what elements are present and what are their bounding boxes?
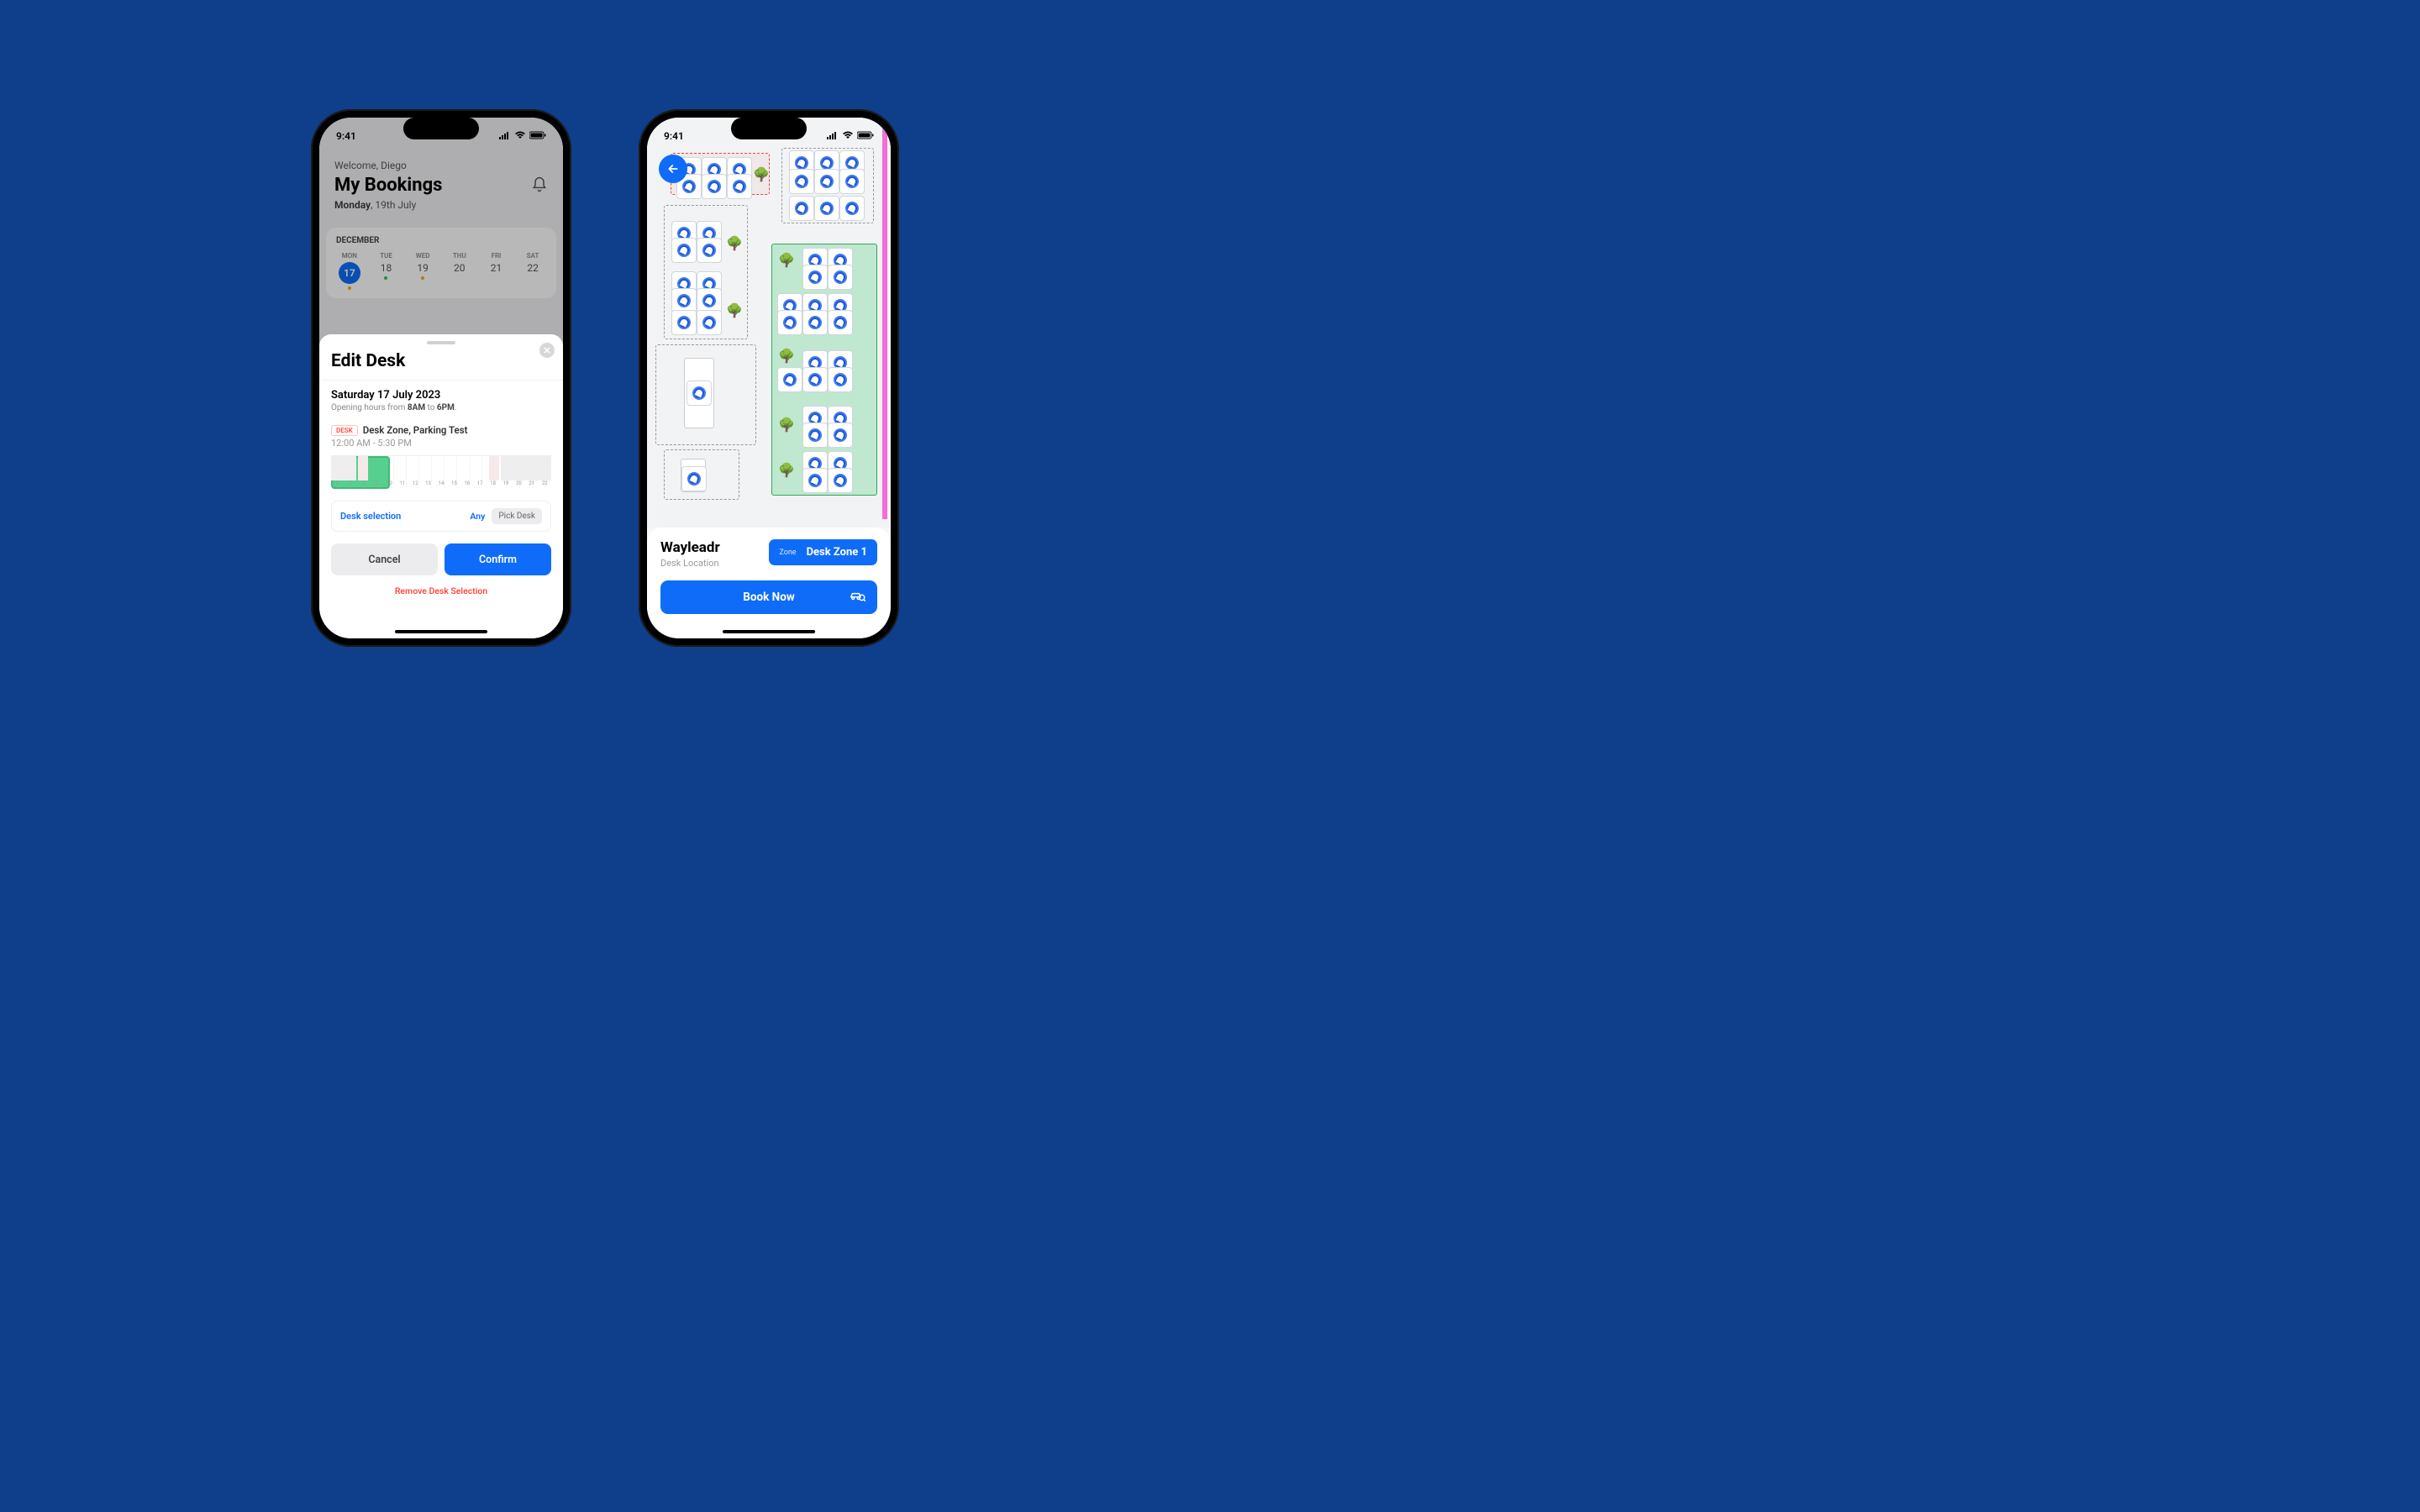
desk[interactable]: [780, 370, 800, 390]
tick: 15: [448, 480, 460, 489]
closed-hours-right: [501, 456, 551, 480]
zone-chip[interactable]: Zone Desk Zone 1: [769, 539, 877, 565]
desk[interactable]: [805, 425, 825, 445]
plant-icon: 🌳: [778, 417, 795, 433]
book-now-label: Book Now: [743, 591, 794, 604]
booking-date: Saturday 17 July 2023: [331, 389, 551, 402]
desk-selection-row: Desk selection Any Pick Desk: [331, 501, 551, 532]
tick: 20: [513, 480, 525, 489]
booking-panel: Wayleadr Desk Location Zone Desk Zone 1 …: [647, 528, 891, 638]
plant-icon: 🌳: [753, 166, 770, 183]
opening-hours: Opening hours from 8AM to 6PM.: [331, 403, 551, 412]
dynamic-island: [403, 118, 479, 139]
tick: 7: [344, 480, 356, 489]
desk-pill: DESK: [331, 425, 358, 436]
desk[interactable]: [699, 291, 719, 311]
desk[interactable]: [830, 267, 850, 287]
desk[interactable]: [674, 312, 694, 333]
signal-icon: [827, 131, 839, 142]
tick: 8: [357, 480, 370, 489]
book-now-button[interactable]: Book Now: [660, 580, 877, 614]
desk[interactable]: [792, 198, 812, 218]
closed-hours-left: [331, 456, 356, 480]
desk[interactable]: [699, 312, 719, 333]
desk[interactable]: [805, 470, 825, 491]
desk[interactable]: [729, 176, 750, 197]
tick: 16: [460, 480, 473, 489]
desk[interactable]: [817, 171, 837, 192]
wall: [882, 126, 887, 519]
plant-icon: 🌳: [726, 302, 743, 319]
desk[interactable]: [805, 267, 825, 287]
desk[interactable]: [674, 291, 694, 311]
tick: 10: [383, 480, 396, 489]
desk[interactable]: [699, 240, 719, 260]
plant-icon: 🌳: [726, 235, 743, 252]
tick: 19: [499, 480, 512, 489]
desk[interactable]: [674, 240, 694, 260]
zone-chip-label: Zone: [779, 549, 796, 557]
tick: 14: [434, 480, 447, 489]
option-pick-desk[interactable]: Pick Desk: [492, 508, 542, 524]
desk[interactable]: [830, 370, 850, 390]
tick: 13: [422, 480, 434, 489]
desk[interactable]: [830, 470, 850, 491]
tick: 21: [525, 480, 538, 489]
confirm-button[interactable]: Confirm: [445, 543, 551, 575]
selection-label: Desk selection: [340, 511, 401, 522]
home-indicator[interactable]: [395, 630, 487, 633]
close-icon[interactable]: ✕: [539, 343, 555, 358]
desk[interactable]: [830, 312, 850, 333]
unavailable-slot: [358, 456, 368, 480]
desk[interactable]: [830, 425, 850, 445]
dynamic-island: [731, 118, 807, 139]
desk[interactable]: [842, 171, 862, 192]
zone-name: Desk Zone, Parking Test: [363, 424, 468, 436]
desk[interactable]: [805, 312, 825, 333]
tick: 6: [331, 480, 344, 489]
unavailable-slot: [489, 456, 499, 480]
desk[interactable]: [805, 370, 825, 390]
tick: 17: [473, 480, 486, 489]
desk[interactable]: [842, 198, 862, 218]
battery-icon: [857, 131, 874, 142]
desk[interactable]: [684, 469, 704, 489]
status-indicators: [827, 131, 874, 142]
tick: 9: [370, 480, 382, 489]
location-name: Wayleadr: [660, 539, 720, 556]
tick: 11: [396, 480, 408, 489]
plant-icon: 🌳: [778, 462, 795, 479]
plant-icon: 🌳: [778, 252, 795, 269]
tick: 12: [408, 480, 421, 489]
plant-icon: 🌳: [778, 348, 795, 365]
tick: 22: [539, 480, 551, 489]
remove-desk-link[interactable]: Remove Desk Selection: [331, 585, 551, 596]
desk[interactable]: [780, 312, 800, 333]
option-any[interactable]: Any: [470, 511, 485, 522]
home-indicator[interactable]: [723, 630, 815, 633]
search-car-icon: [849, 589, 865, 606]
desk[interactable]: [817, 198, 837, 218]
tick: 18: [487, 480, 499, 489]
location-subtitle: Desk Location: [660, 558, 720, 569]
cancel-button[interactable]: Cancel: [331, 543, 438, 575]
timeline-slider[interactable]: 678910111213141516171819202122: [331, 455, 551, 489]
timeline-ticks: 678910111213141516171819202122: [331, 480, 551, 489]
floor-map[interactable]: 🌳: [647, 118, 891, 528]
desk[interactable]: [704, 176, 724, 197]
booking-time-range: 12:00 AM - 5:30 PM: [331, 438, 551, 449]
back-button[interactable]: [659, 155, 687, 183]
sheet-title: Edit Desk: [319, 344, 563, 380]
edit-desk-sheet: ✕ Edit Desk Saturday 17 July 2023 Openin…: [319, 334, 563, 638]
wifi-icon: [842, 131, 854, 142]
desk[interactable]: [792, 171, 812, 192]
phone-right: 🌳: [639, 109, 899, 647]
arrow-left-icon: [666, 162, 680, 176]
zone-chip-value: Desk Zone 1: [807, 546, 867, 559]
phone-left: 9:41 Welcome, Diego My Bookings: [311, 109, 571, 647]
desk[interactable]: [689, 383, 709, 403]
